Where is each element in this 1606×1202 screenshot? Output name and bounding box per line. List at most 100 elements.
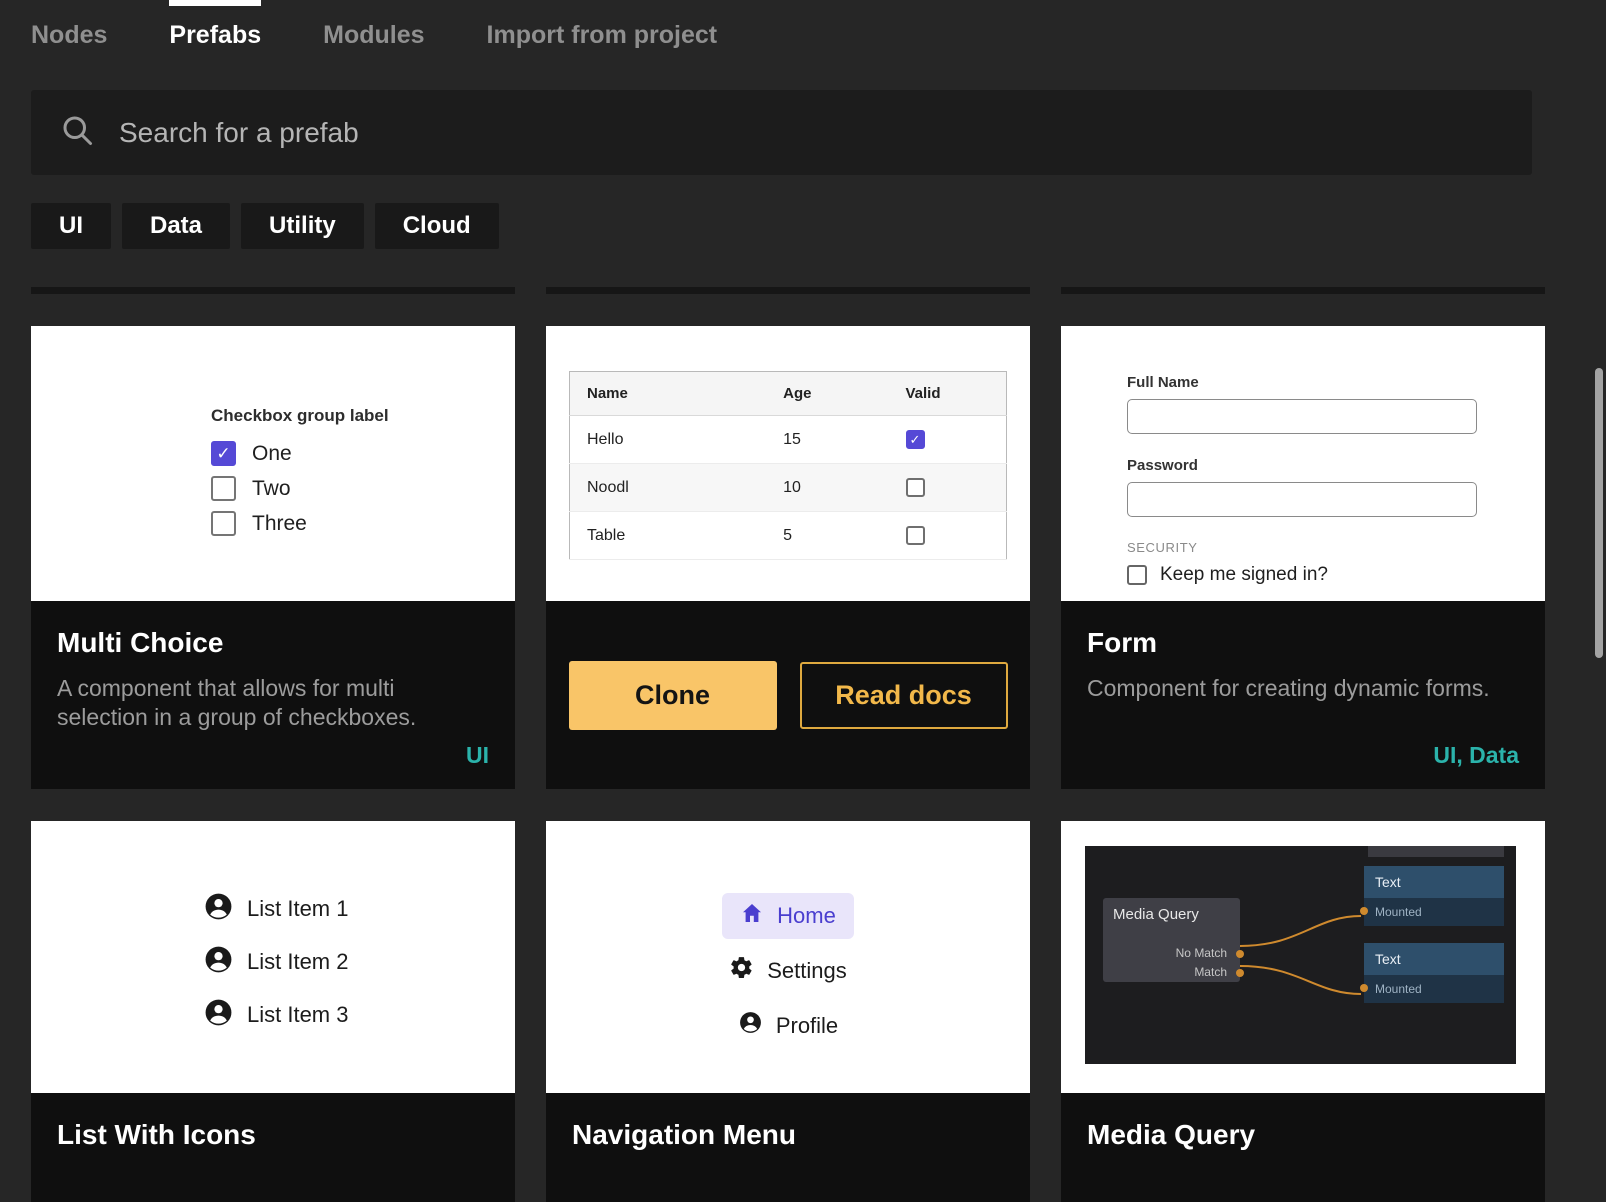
form-field-label: Full Name	[1127, 374, 1477, 391]
tab-modules[interactable]: Modules	[323, 0, 424, 70]
person-icon	[203, 997, 234, 1033]
search-icon	[59, 112, 95, 153]
preview-table: Name Age Valid Hello 15 ✓ Noodl	[569, 371, 1007, 560]
list-item: List Item 3	[203, 997, 348, 1033]
card-title: List With Icons	[57, 1119, 489, 1151]
form-text-input	[1127, 399, 1477, 434]
prefab-card-form[interactable]: Full Name Password SECURITY Keep me sign…	[1061, 326, 1545, 789]
nav-item-label: Home	[777, 903, 836, 929]
card-bottom-sliver	[546, 287, 1030, 294]
search-input[interactable]	[117, 116, 1504, 150]
filter-chip-cloud[interactable]: Cloud	[375, 203, 499, 249]
checkbox-unchecked-icon	[906, 478, 925, 497]
checkbox-unchecked-icon	[211, 511, 236, 536]
card-info: Media Query	[1061, 1093, 1545, 1202]
table-header-age: Age	[766, 372, 888, 416]
prefab-card-navigation-menu[interactable]: Home Settings Profile	[546, 821, 1030, 1202]
nav-item-home: Home	[722, 893, 854, 939]
checkbox-group: Checkbox group label ✓ One Two Three	[211, 406, 389, 546]
card-hover-actions: Clone Read docs	[546, 601, 1030, 789]
nav-item-label: Settings	[767, 958, 847, 984]
prefab-browser: Nodes Prefabs Modules Import from projec…	[0, 0, 1606, 1202]
card-title: Form	[1087, 627, 1519, 659]
nav-item-profile: Profile	[720, 1002, 856, 1049]
checkbox-checked-icon: ✓	[906, 430, 925, 449]
list-with-icons-preview: List Item 1 List Item 2 List Item 3	[31, 821, 515, 1093]
list-item-label: List Item 3	[247, 1002, 348, 1028]
tab-prefabs[interactable]: Prefabs	[169, 0, 261, 70]
checkbox-unchecked-icon	[906, 526, 925, 545]
table-row: Hello 15 ✓	[570, 416, 1007, 464]
node-port-mounted: Mounted	[1364, 898, 1504, 926]
table-row: Table 5	[570, 512, 1007, 560]
tab-bar: Nodes Prefabs Modules Import from projec…	[0, 0, 1606, 70]
card-tags: UI, Data	[1433, 742, 1519, 769]
list-item: List Item 1	[203, 891, 348, 927]
node-title: Media Query	[1103, 898, 1240, 944]
prefab-grid: Checkbox group label ✓ One Two Three	[31, 287, 1575, 1202]
node-graph-canvas: Media Query No Match Match Text Mounted …	[1085, 846, 1516, 1064]
read-docs-button[interactable]: Read docs	[800, 662, 1008, 729]
checkbox-option-label: One	[252, 442, 292, 466]
person-icon	[738, 1010, 763, 1041]
card-title: Multi Choice	[57, 627, 489, 659]
checkbox-option: ✓ One	[211, 441, 389, 466]
filter-chip-data[interactable]: Data	[122, 203, 230, 249]
form-text-input	[1127, 482, 1477, 517]
card-title: Navigation Menu	[572, 1119, 1004, 1151]
form-checkbox-label: Keep me signed in?	[1160, 564, 1328, 586]
checkbox-group-label: Checkbox group label	[211, 406, 389, 426]
person-icon	[203, 891, 234, 927]
card-info: Navigation Menu	[546, 1093, 1030, 1202]
list-item-label: List Item 2	[247, 949, 348, 975]
table-row: Noodl 10	[570, 464, 1007, 512]
clone-button[interactable]: Clone	[569, 661, 777, 730]
checkbox-option-label: Two	[252, 477, 291, 501]
table-header-valid: Valid	[889, 372, 1007, 416]
card-info: List With Icons	[31, 1093, 515, 1202]
media-query-node: Media Query No Match Match	[1103, 898, 1240, 982]
card-bottom-sliver	[31, 287, 515, 294]
table-header-name: Name	[570, 372, 767, 416]
text-node: Text Mounted	[1364, 866, 1504, 926]
nav-item-label: Profile	[776, 1013, 838, 1039]
gear-icon	[729, 955, 754, 986]
table-preview: Name Age Valid Hello 15 ✓ Noodl	[546, 326, 1030, 601]
checkbox-option: Two	[211, 476, 389, 501]
checkbox-unchecked-icon	[211, 476, 236, 501]
prefab-card-list-with-icons[interactable]: List Item 1 List Item 2 List Item 3	[31, 821, 515, 1202]
card-info: Form Component for creating dynamic form…	[1061, 601, 1545, 789]
filter-chip-ui[interactable]: UI	[31, 203, 111, 249]
node-port-mounted: Mounted	[1364, 975, 1504, 1003]
prefab-card-media-query[interactable]: Media Query No Match Match Text Mounted …	[1061, 821, 1545, 1202]
checkbox-option: Three	[211, 511, 389, 536]
text-node: Text Mounted	[1364, 943, 1504, 1003]
checkbox-option-label: Three	[252, 512, 307, 536]
node-port-no-match: No Match	[1103, 944, 1240, 963]
form-section-label: SECURITY	[1127, 540, 1477, 555]
list-item: List Item 2	[203, 944, 348, 980]
multi-choice-preview: Checkbox group label ✓ One Two Three	[31, 326, 515, 601]
form-field-label: Password	[1127, 457, 1477, 474]
search-bar	[31, 90, 1532, 175]
card-description: A component that allows for multi select…	[57, 674, 482, 733]
prefab-card-table[interactable]: Name Age Valid Hello 15 ✓ Noodl	[546, 326, 1030, 789]
filter-chip-utility[interactable]: Utility	[241, 203, 364, 249]
card-bottom-sliver	[1061, 287, 1545, 294]
prefab-card-multi-choice[interactable]: Checkbox group label ✓ One Two Three	[31, 326, 515, 789]
checkbox-checked-icon: ✓	[211, 441, 236, 466]
checkbox-unchecked-icon	[1127, 565, 1147, 585]
person-icon	[203, 944, 234, 980]
nav-item-settings: Settings	[711, 947, 865, 994]
form-checkbox-row: Keep me signed in?	[1127, 564, 1477, 586]
card-info: Multi Choice A component that allows for…	[31, 601, 515, 789]
navigation-menu-preview: Home Settings Profile	[546, 821, 1030, 1093]
card-tags: UI	[466, 742, 489, 769]
node-port-match: Match	[1103, 963, 1240, 982]
form-preview: Full Name Password SECURITY Keep me sign…	[1061, 326, 1545, 601]
node-title: Text	[1364, 943, 1504, 975]
vertical-scrollbar[interactable]	[1595, 368, 1603, 658]
node-title: Text	[1364, 866, 1504, 898]
tab-nodes[interactable]: Nodes	[31, 0, 107, 70]
tab-import-from-project[interactable]: Import from project	[487, 0, 718, 70]
